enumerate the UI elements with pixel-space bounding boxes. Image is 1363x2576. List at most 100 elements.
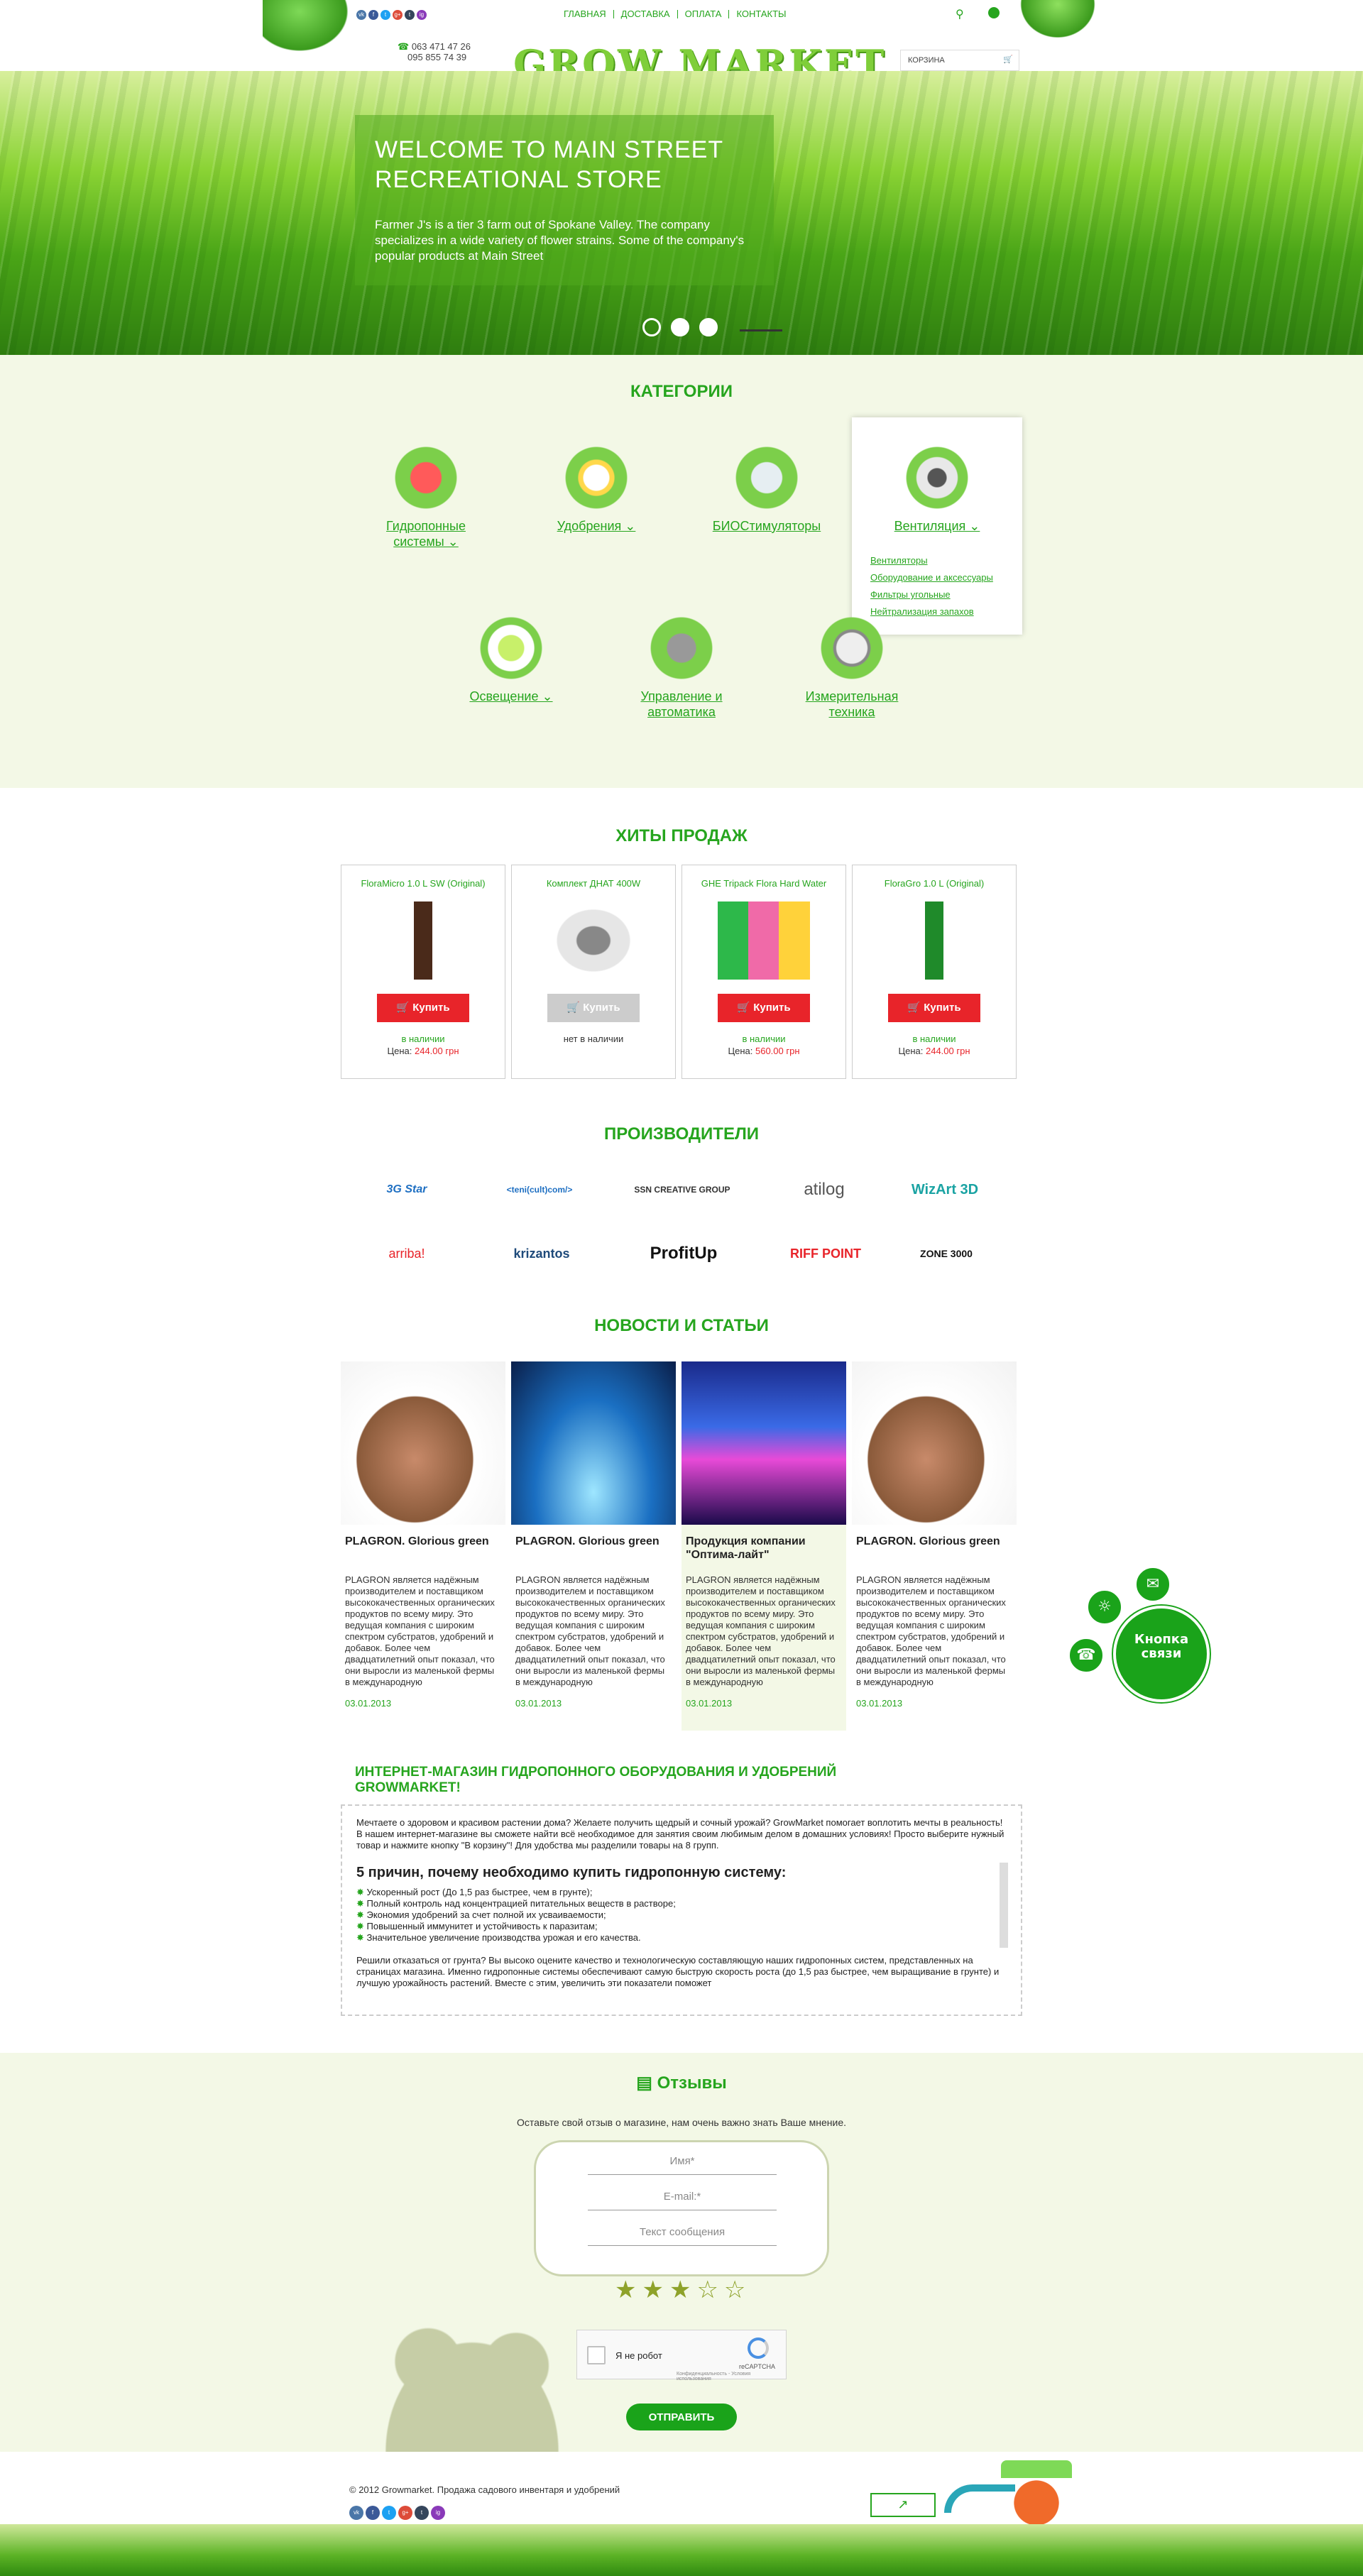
category-measuring[interactable]: Измерительная техника	[781, 616, 923, 720]
twitter-icon[interactable]: t	[382, 2506, 396, 2520]
submenu-fans[interactable]: Вентиляторы	[870, 552, 993, 569]
product-card[interactable]: Комплект ДНАТ 400W 🛒 Купить нет в наличи…	[511, 865, 676, 1079]
cart-widget[interactable]: КОРЗИНА 🛒	[900, 50, 1019, 71]
news-item[interactable]: PLAGRON. Glorious green PLAGRON является…	[511, 1361, 676, 1731]
category-hydroponics[interactable]: Гидропонные системы ⌄	[355, 446, 497, 549]
category-fertilizers[interactable]: Удобрения ⌄	[525, 446, 667, 534]
search-icon[interactable]: ⚲	[956, 7, 964, 21]
scrollbar[interactable]	[1000, 1863, 1008, 1948]
buy-button-disabled[interactable]: 🛒 Купить	[547, 994, 640, 1022]
nav-payment[interactable]: ОПЛАТА	[678, 9, 730, 18]
news-heading: НОВОСТИ И СТАТЬИ	[594, 1316, 769, 1335]
brand-logo[interactable]: SSN CREATIVE GROUP	[629, 1175, 735, 1204]
facebook-icon[interactable]: f	[366, 2506, 380, 2520]
product-card[interactable]: FloraGro 1.0 L (Original) 🛒 Купить в нал…	[852, 865, 1017, 1079]
user-icon[interactable]	[988, 7, 1000, 18]
product-name[interactable]: FloraGro 1.0 L (Original)	[853, 878, 1016, 889]
message-input[interactable]: Текст сообщения	[588, 2219, 777, 2246]
product-name[interactable]: GHE Tripack Flora Hard Water	[682, 878, 845, 889]
brand-logo[interactable]: ZONE 3000	[893, 1239, 1000, 1268]
product-card[interactable]: GHE Tripack Flora Hard Water 🛒 Купить в …	[682, 865, 846, 1079]
submenu-equipment[interactable]: Оборудование и аксессуары	[870, 569, 993, 586]
instagram-icon[interactable]: ig	[417, 10, 427, 20]
slider-dots	[642, 318, 718, 336]
facebook-icon[interactable]: f	[368, 10, 378, 20]
category-ventilation[interactable]: Вентиляция ⌄	[866, 446, 1008, 534]
news-image[interactable]	[682, 1361, 846, 1525]
vk-icon[interactable]: vk	[349, 2506, 363, 2520]
ventilation-submenu: Вентиляторы Оборудование и аксессуары Фи…	[870, 552, 993, 620]
category-biostimulators[interactable]: БИОСтимуляторы	[696, 446, 838, 534]
contact-button[interactable]: Кнопка связи	[1113, 1606, 1210, 1702]
product-image[interactable]	[718, 901, 810, 980]
news-title[interactable]: Продукция компании "Оптима-лайт"	[686, 1535, 842, 1563]
product-name[interactable]: Комплект ДНАТ 400W	[512, 878, 675, 889]
tumblr-icon[interactable]: t	[405, 10, 415, 20]
vk-icon[interactable]: vk	[356, 10, 366, 20]
send-button[interactable]: ОТПРАВИТЬ	[626, 2404, 737, 2430]
product-image[interactable]	[377, 901, 469, 980]
product-card[interactable]: FloraMicro 1.0 L SW (Original) 🛒 Купить …	[341, 865, 505, 1079]
news-date: 03.01.2013	[856, 1698, 903, 1709]
news-title[interactable]: PLAGRON. Glorious green	[345, 1535, 501, 1563]
brand-logo[interactable]: ProfitUp	[630, 1239, 737, 1268]
news-image[interactable]	[341, 1361, 505, 1525]
phone-contact-button[interactable]: ☎	[1068, 1637, 1105, 1674]
brand-logo[interactable]: 3G Star	[354, 1175, 460, 1204]
cart-label: КОРЗИНА	[908, 56, 945, 65]
email-contact-button[interactable]: ✉	[1134, 1566, 1171, 1603]
news-item[interactable]: PLAGRON. Glorious green PLAGRON является…	[341, 1361, 505, 1731]
slider-dot[interactable]	[699, 318, 718, 336]
instagram-icon[interactable]: ig	[431, 2506, 445, 2520]
brand-logo[interactable]: arriba!	[354, 1239, 460, 1268]
brand-logo[interactable]: krizantos	[488, 1239, 595, 1268]
brand-logo[interactable]: <teni(cult)com/>	[486, 1175, 593, 1204]
news-item[interactable]: Продукция компании "Оптима-лайт" PLAGRON…	[682, 1361, 846, 1731]
news-image[interactable]	[852, 1361, 1017, 1525]
email-input[interactable]: E-mail:*	[588, 2183, 777, 2210]
chat-contact-button[interactable]: ☼	[1086, 1589, 1123, 1626]
fan-icon	[898, 446, 976, 510]
buy-button[interactable]: 🛒 Купить	[888, 994, 980, 1022]
google-plus-icon[interactable]: g+	[398, 2506, 412, 2520]
captcha-checkbox[interactable]	[587, 2346, 606, 2364]
category-automation[interactable]: Управление и автоматика	[611, 616, 752, 720]
twitter-icon[interactable]: t	[381, 10, 390, 20]
captcha-links[interactable]: Конфиденциальность - Условия использован…	[677, 2372, 786, 2382]
about-subheading: 5 причин, почему необходимо купить гидро…	[356, 1865, 787, 1880]
news-item[interactable]: PLAGRON. Glorious green PLAGRON является…	[852, 1361, 1017, 1731]
slider-dot[interactable]	[642, 318, 661, 336]
news-image[interactable]	[511, 1361, 676, 1525]
google-plus-icon[interactable]: g+	[393, 10, 403, 20]
news-text: PLAGRON является надёжным производителем…	[345, 1574, 495, 1687]
name-input[interactable]: Имя*	[588, 2148, 777, 2175]
brand-logo[interactable]: WizArt 3D	[892, 1175, 998, 1204]
product-name[interactable]: FloraMicro 1.0 L SW (Original)	[341, 878, 505, 889]
phone-2[interactable]: 095 855 74 39	[398, 52, 471, 62]
buy-button[interactable]: 🛒 Купить	[718, 994, 810, 1022]
main-nav: ГЛАВНАЯ ДОСТАВКА ОПЛАТА КОНТАКТЫ	[557, 9, 794, 18]
product-price: Цена: 244.00 грн	[898, 1046, 970, 1056]
reviews-icon: ▤	[636, 2073, 652, 2093]
reason-item: ✸ Ускоренный рост (До 1,5 раз быстрее, ч…	[356, 1887, 593, 1897]
developer-logo-icon[interactable]: ↗	[870, 2493, 936, 2517]
recaptcha-widget[interactable]: Я не робот reCAPTCHA Конфиденциальность …	[576, 2330, 787, 2382]
about-intro: Мечтаете о здоровом и красивом растении …	[356, 1817, 1005, 1851]
brand-logo[interactable]: RIFF POINT	[772, 1239, 879, 1268]
brand-logo[interactable]: atilog	[771, 1175, 877, 1204]
reason-item: ✸ Значительное увеличение производства у…	[356, 1932, 641, 1943]
category-lighting[interactable]: Освещение ⌄	[440, 616, 582, 704]
slider-dot-active[interactable]	[671, 318, 689, 336]
submenu-carbon-filters[interactable]: Фильтры угольные	[870, 586, 993, 603]
product-image[interactable]	[547, 901, 640, 980]
phone-1[interactable]: ☎ 063 471 47 26	[398, 41, 471, 52]
rating-stars[interactable]: ★★★☆☆	[615, 2276, 751, 2304]
news-title[interactable]: PLAGRON. Glorious green	[515, 1535, 672, 1563]
news-title[interactable]: PLAGRON. Glorious green	[856, 1535, 1012, 1563]
nav-home[interactable]: ГЛАВНАЯ	[557, 9, 614, 18]
tumblr-icon[interactable]: t	[415, 2506, 429, 2520]
buy-button[interactable]: 🛒 Купить	[377, 994, 469, 1022]
product-image[interactable]	[888, 901, 980, 980]
nav-contacts[interactable]: КОНТАКТЫ	[729, 9, 793, 18]
nav-delivery[interactable]: ДОСТАВКА	[614, 9, 678, 18]
